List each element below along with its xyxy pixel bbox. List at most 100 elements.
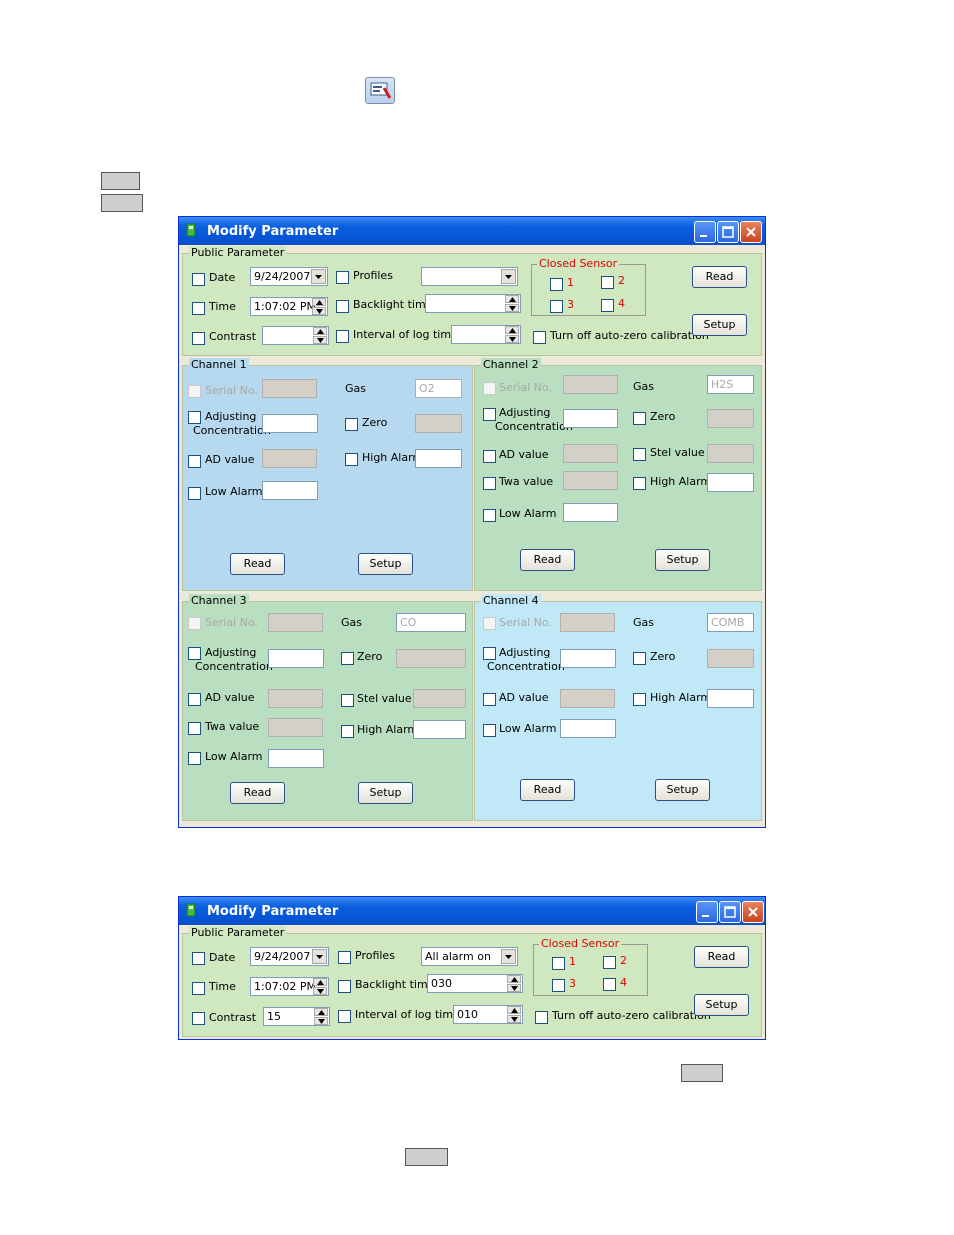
- ch2-twa-checkbox[interactable]: [483, 477, 496, 490]
- ch2-adjusting-field[interactable]: [563, 409, 618, 428]
- closed-sensor-4-checkbox[interactable]: [603, 978, 616, 991]
- time-checkbox[interactable]: [192, 302, 205, 315]
- time-spinner[interactable]: 1:07:02 PM: [250, 297, 328, 316]
- profiles-checkbox[interactable]: [338, 951, 351, 964]
- date-picker[interactable]: 9/24/2007: [250, 947, 329, 966]
- auto-zero-checkbox[interactable]: [535, 1011, 548, 1024]
- minimize-button[interactable]: [696, 901, 718, 923]
- ch1-adjusting-checkbox[interactable]: [188, 411, 201, 424]
- closed-sensor-1-checkbox[interactable]: [550, 278, 563, 291]
- chevron-down-icon[interactable]: [501, 269, 516, 284]
- ch4-high-alarm-checkbox[interactable]: [633, 693, 646, 706]
- ch3-zero-checkbox[interactable]: [341, 652, 354, 665]
- ch1-read-button[interactable]: Read: [230, 553, 285, 575]
- date-picker[interactable]: 9/24/2007: [250, 267, 328, 286]
- closed-sensor-1-checkbox[interactable]: [552, 957, 565, 970]
- ch1-low-alarm-checkbox[interactable]: [188, 487, 201, 500]
- ch3-adjusting-field[interactable]: [268, 649, 324, 668]
- title-bar[interactable]: Modify Parameter: [179, 217, 765, 245]
- maximize-button[interactable]: [717, 221, 739, 243]
- backlight-spin-buttons[interactable]: [505, 295, 520, 312]
- interval-spin-buttons[interactable]: [507, 1006, 522, 1023]
- ch2-low-alarm-checkbox[interactable]: [483, 509, 496, 522]
- contrast-checkbox[interactable]: [192, 1012, 205, 1025]
- ch3-ad-checkbox[interactable]: [188, 693, 201, 706]
- closed-sensor-3-checkbox[interactable]: [552, 979, 565, 992]
- ch4-low-alarm-checkbox[interactable]: [483, 724, 496, 737]
- ch4-adjusting-checkbox[interactable]: [483, 647, 496, 660]
- time-checkbox[interactable]: [192, 982, 205, 995]
- title-bar[interactable]: Modify Parameter: [179, 897, 765, 925]
- ch3-high-alarm-field[interactable]: [413, 720, 466, 739]
- contrast-spinner[interactable]: 15: [263, 1007, 330, 1026]
- public-setup-button[interactable]: Setup: [692, 314, 747, 336]
- ch2-low-alarm-field[interactable]: [563, 503, 618, 522]
- ch4-ad-checkbox[interactable]: [483, 693, 496, 706]
- ch4-setup-button[interactable]: Setup: [655, 779, 710, 801]
- profiles-combo[interactable]: [421, 267, 518, 286]
- ch1-high-alarm-field[interactable]: [415, 449, 462, 468]
- ch2-read-button[interactable]: Read: [520, 549, 575, 571]
- contrast-spin-buttons[interactable]: [313, 327, 328, 344]
- ch3-twa-checkbox[interactable]: [188, 722, 201, 735]
- ch4-high-alarm-field[interactable]: [707, 689, 754, 708]
- ch2-setup-button[interactable]: Setup: [655, 549, 710, 571]
- ch1-setup-button[interactable]: Setup: [358, 553, 413, 575]
- ch4-read-button[interactable]: Read: [520, 779, 575, 801]
- interval-spinner[interactable]: 010: [453, 1005, 523, 1024]
- ch1-high-alarm-checkbox[interactable]: [345, 453, 358, 466]
- ch2-stel-checkbox[interactable]: [633, 448, 646, 461]
- date-checkbox[interactable]: [192, 952, 205, 965]
- ch1-low-alarm-field[interactable]: [262, 481, 318, 500]
- profiles-checkbox[interactable]: [336, 271, 349, 284]
- modify-parameter-tool-icon[interactable]: [365, 77, 395, 104]
- ch2-zero-checkbox[interactable]: [633, 412, 646, 425]
- ch3-adjusting-checkbox[interactable]: [188, 647, 201, 660]
- ch3-setup-button[interactable]: Setup: [358, 782, 413, 804]
- time-spin-buttons[interactable]: [313, 978, 328, 995]
- backlight-checkbox[interactable]: [338, 980, 351, 993]
- interval-spin-buttons[interactable]: [505, 326, 520, 343]
- ch1-adjusting-field[interactable]: [262, 414, 318, 433]
- close-button[interactable]: [742, 901, 764, 923]
- public-read-button[interactable]: Read: [692, 266, 747, 288]
- closed-sensor-2-checkbox[interactable]: [601, 276, 614, 289]
- public-setup-button[interactable]: Setup: [694, 994, 749, 1016]
- backlight-spinner[interactable]: [425, 294, 521, 313]
- date-checkbox[interactable]: [192, 273, 205, 286]
- closed-sensor-3-checkbox[interactable]: [550, 300, 563, 313]
- closed-sensor-2-checkbox[interactable]: [603, 956, 616, 969]
- ch1-ad-checkbox[interactable]: [188, 455, 201, 468]
- auto-zero-checkbox[interactable]: [533, 331, 546, 344]
- close-button[interactable]: [740, 221, 762, 243]
- backlight-spinner[interactable]: 030: [427, 974, 523, 993]
- interval-checkbox[interactable]: [336, 330, 349, 343]
- ch3-stel-checkbox[interactable]: [341, 694, 354, 707]
- ch2-high-alarm-field[interactable]: [707, 473, 754, 492]
- contrast-checkbox[interactable]: [192, 332, 205, 345]
- time-spinner[interactable]: 1:07:02 PM: [250, 977, 329, 996]
- closed-sensor-4-checkbox[interactable]: [601, 299, 614, 312]
- ch4-adjusting-field[interactable]: [560, 649, 616, 668]
- contrast-spinner[interactable]: [262, 326, 329, 345]
- interval-checkbox[interactable]: [338, 1010, 351, 1023]
- contrast-spin-buttons[interactable]: [314, 1008, 329, 1025]
- ch2-ad-checkbox[interactable]: [483, 450, 496, 463]
- time-spin-buttons[interactable]: [312, 298, 327, 315]
- profiles-combo[interactable]: All alarm on: [421, 947, 518, 966]
- ch4-low-alarm-field[interactable]: [560, 719, 616, 738]
- backlight-spin-buttons[interactable]: [507, 975, 522, 992]
- backlight-checkbox[interactable]: [336, 300, 349, 313]
- ch3-low-alarm-checkbox[interactable]: [188, 752, 201, 765]
- chevron-down-icon[interactable]: [312, 949, 327, 964]
- maximize-button[interactable]: [719, 901, 741, 923]
- ch3-read-button[interactable]: Read: [230, 782, 285, 804]
- minimize-button[interactable]: [694, 221, 716, 243]
- ch4-zero-checkbox[interactable]: [633, 652, 646, 665]
- ch1-zero-checkbox[interactable]: [345, 418, 358, 431]
- ch3-high-alarm-checkbox[interactable]: [341, 725, 354, 738]
- public-read-button[interactable]: Read: [694, 946, 749, 968]
- chevron-down-icon[interactable]: [501, 949, 516, 964]
- ch3-low-alarm-field[interactable]: [268, 749, 324, 768]
- ch2-high-alarm-checkbox[interactable]: [633, 477, 646, 490]
